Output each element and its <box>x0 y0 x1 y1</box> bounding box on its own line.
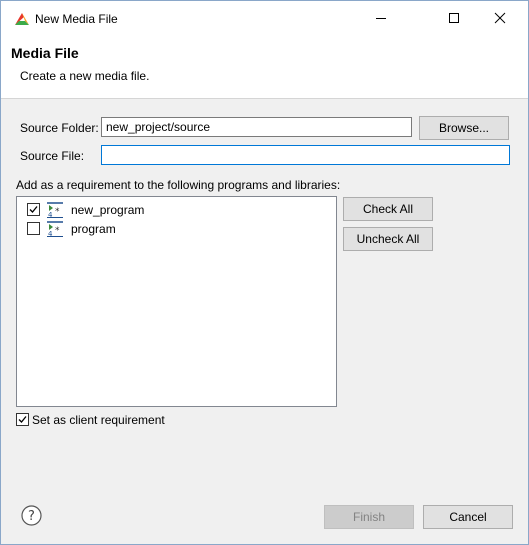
list-item-program[interactable]: 4 * program <box>17 219 336 238</box>
footer-separator <box>1 489 528 490</box>
program-checkbox[interactable] <box>27 222 40 235</box>
svg-text:*: * <box>55 207 60 217</box>
program-icon: 4 * <box>47 221 63 238</box>
list-item-label: program <box>71 222 116 236</box>
source-file-field[interactable] <box>101 145 510 165</box>
source-folder-label: Source Folder: <box>20 121 99 135</box>
client-requirement-label[interactable]: Set as client requirement <box>32 413 165 427</box>
finish-button[interactable]: Finish <box>324 505 414 529</box>
app-logo-icon <box>13 11 31 27</box>
maximize-button[interactable] <box>431 1 477 37</box>
client-requirement-checkbox[interactable] <box>16 413 29 426</box>
title-bar[interactable]: New Media File <box>1 1 528 37</box>
check-all-button[interactable]: Check All <box>343 197 433 221</box>
new-program-checkbox[interactable] <box>27 203 40 216</box>
minimize-button[interactable] <box>358 1 404 37</box>
banner-description: Create a new media file. <box>20 69 150 83</box>
source-folder-field[interactable]: new_project/source <box>101 117 412 137</box>
maximize-icon <box>448 12 460 27</box>
question-mark-icon[interactable]: ? <box>21 505 42 526</box>
cancel-button[interactable]: Cancel <box>423 505 513 529</box>
close-icon <box>494 12 506 27</box>
wizard-banner: Media File Create a new media file. <box>1 37 528 99</box>
svg-text:4: 4 <box>48 230 53 237</box>
list-item-new-program[interactable]: 4 * new_program <box>17 200 336 219</box>
banner-title: Media File <box>11 45 79 61</box>
requirements-list[interactable]: 4 * new_program 4 * program <box>16 196 337 407</box>
dialog-window: New Media File Media File Create a new m… <box>0 0 529 545</box>
uncheck-all-button[interactable]: Uncheck All <box>343 227 433 251</box>
close-button[interactable] <box>477 1 523 37</box>
requirements-label: Add as a requirement to the following pr… <box>16 178 341 192</box>
program-icon: 4 * <box>47 202 63 219</box>
list-item-label: new_program <box>71 203 145 217</box>
svg-text:4: 4 <box>48 211 53 218</box>
window-title: New Media File <box>35 12 118 26</box>
source-file-label: Source File: <box>20 149 85 163</box>
browse-button[interactable]: Browse... <box>419 116 509 140</box>
minimize-icon <box>375 12 387 27</box>
svg-text:?: ? <box>28 509 35 524</box>
svg-text:*: * <box>55 226 60 236</box>
